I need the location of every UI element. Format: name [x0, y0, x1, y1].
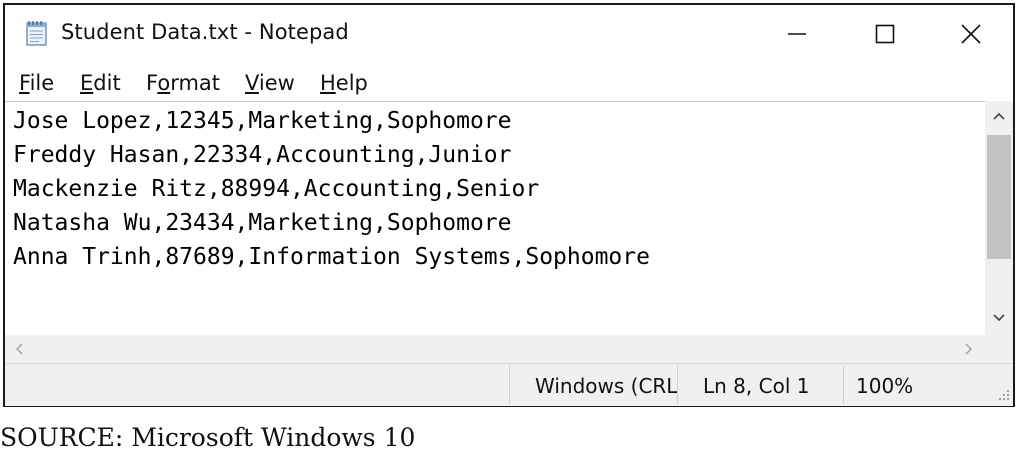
close-icon — [961, 24, 981, 44]
text-line[interactable]: Mackenzie Ritz,88994,Accounting,Senior — [13, 176, 539, 202]
scroll-right-button[interactable] — [955, 335, 983, 363]
chevron-left-icon — [15, 343, 23, 355]
status-bar: Windows (CRL Ln 8, Col 1 100% — [5, 363, 1013, 406]
status-encoding: Windows (CRL — [535, 374, 677, 398]
scroll-up-button[interactable] — [985, 101, 1013, 131]
status-cursor-position: Ln 8, Col 1 — [703, 374, 810, 398]
resize-grip-icon[interactable] — [995, 387, 1011, 403]
status-separator — [677, 366, 678, 404]
status-zoom: 100% — [856, 374, 914, 398]
window-title: Student Data.txt - Notepad — [61, 20, 349, 44]
title-bar[interactable]: Student Data.txt - Notepad — [5, 5, 1013, 63]
close-button[interactable] — [927, 5, 1015, 63]
menu-help[interactable]: Help — [320, 71, 368, 95]
menu-format[interactable]: Format — [146, 71, 220, 95]
vertical-scrollbar[interactable] — [985, 101, 1013, 335]
minimize-button[interactable] — [753, 5, 841, 63]
text-line[interactable]: Jose Lopez,12345,Marketing,Sophomore — [13, 108, 512, 134]
notepad-icon[interactable] — [23, 19, 51, 47]
menu-view[interactable]: View — [245, 71, 295, 95]
status-separator — [843, 366, 844, 404]
text-editor[interactable]: Jose Lopez,12345,Marketing,Sophomore Fre… — [5, 101, 985, 336]
text-line[interactable]: Freddy Hasan,22334,Accounting,Junior — [13, 142, 512, 168]
text-line[interactable]: Natasha Wu,23434,Marketing,Sophomore — [13, 210, 512, 236]
notepad-window: Student Data.txt - Notepad File Edit For… — [3, 3, 1015, 407]
menu-bar: File Edit Format View Help — [5, 63, 1013, 99]
maximize-button[interactable] — [841, 5, 929, 63]
minimize-icon — [788, 33, 806, 35]
menu-edit[interactable]: Edit — [80, 71, 121, 95]
menu-file[interactable]: File — [19, 71, 54, 95]
chevron-right-icon — [965, 343, 973, 355]
scroll-down-button[interactable] — [985, 303, 1013, 333]
scroll-left-button[interactable] — [5, 335, 33, 363]
maximize-icon — [875, 24, 895, 44]
source-caption: SOURCE: Microsoft Windows 10 — [0, 423, 416, 452]
vertical-scroll-thumb[interactable] — [987, 135, 1011, 259]
chevron-down-icon — [993, 314, 1005, 322]
scrollbar-corner — [985, 335, 1013, 363]
horizontal-scrollbar[interactable] — [5, 335, 985, 363]
text-line[interactable]: Anna Trinh,87689,Information Systems,Sop… — [13, 244, 650, 270]
status-separator — [509, 366, 510, 404]
chevron-up-icon — [993, 112, 1005, 120]
